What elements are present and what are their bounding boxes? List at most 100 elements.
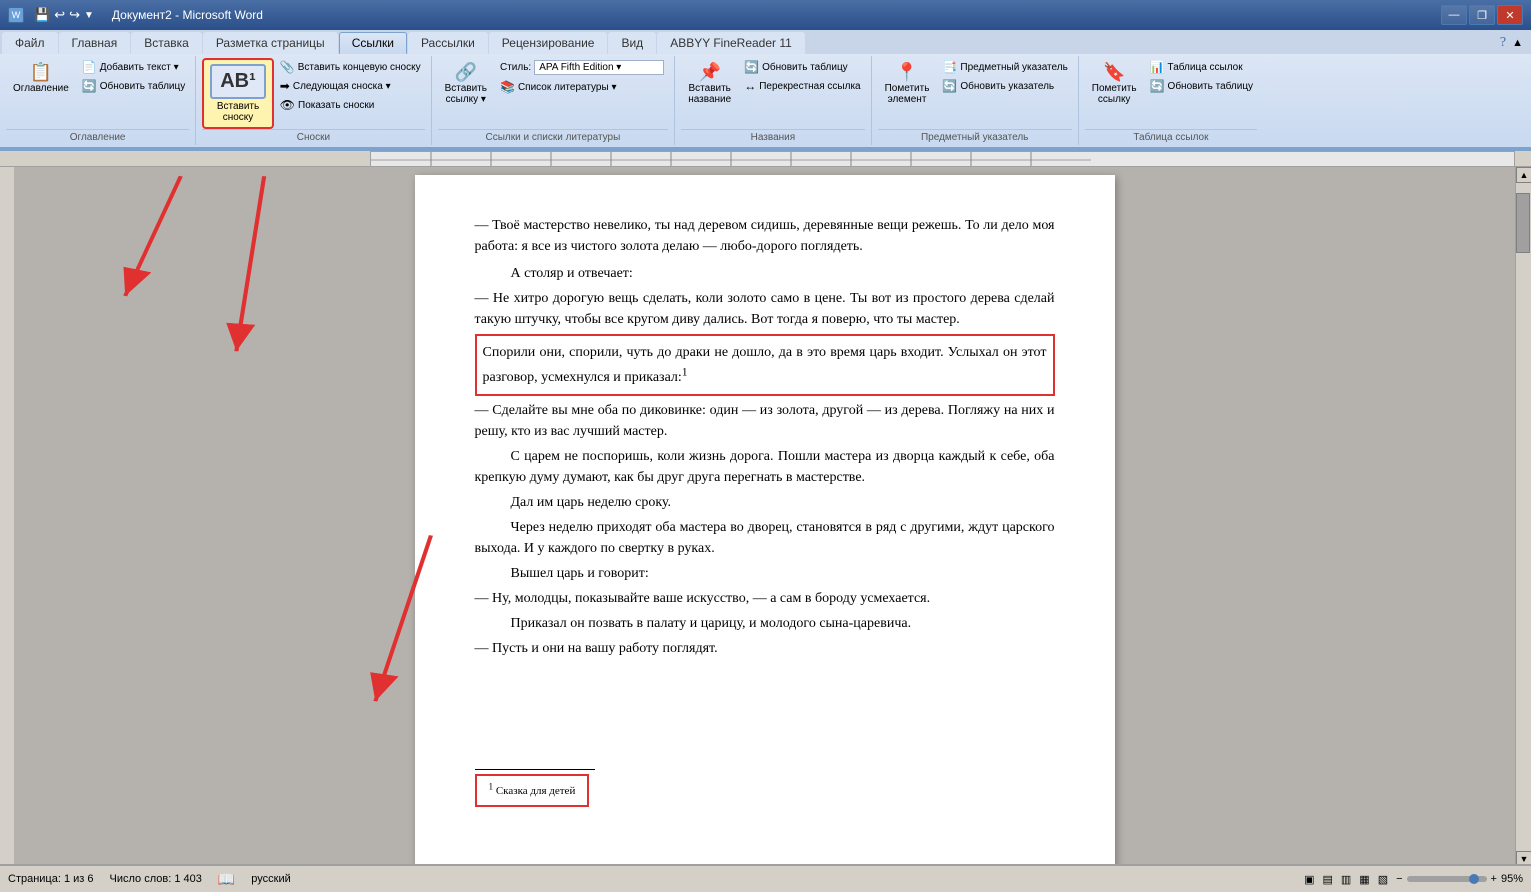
style-select[interactable]: APA Fifth Edition ▾ <box>534 60 664 75</box>
paragraph-9: Вышел царь и говорит: <box>475 563 1055 584</box>
insert-footnote-label: Вставитьсноску <box>217 101 259 123</box>
scroll-thumb[interactable] <box>1516 193 1530 253</box>
toa-label: Таблица ссылок <box>1168 62 1243 73</box>
tab-insert[interactable]: Вставка <box>131 32 202 54</box>
next-footnote-button[interactable]: ➡ Следующая сноска ▾ <box>276 77 425 95</box>
text-9: Вышел царь и говорит: <box>511 566 649 581</box>
mark-citation-label: Пометитьссылку <box>1092 83 1137 105</box>
vertical-ruler <box>0 167 14 867</box>
bibliography-label: Список литературы ▾ <box>518 82 617 93</box>
tab-review[interactable]: Рецензирование <box>489 32 608 54</box>
status-right: ▣ ▤ ▥ ▦ ▧ − + 95% <box>1304 873 1523 886</box>
tabl-small-buttons: 📊 Таблица ссылок 🔄 Обновить таблицу <box>1146 58 1257 95</box>
word-count: Число слов: 1 403 <box>110 873 202 885</box>
scroll-track[interactable] <box>1516 183 1531 851</box>
show-footnotes-button[interactable]: 👁 Показать сноски <box>276 96 425 114</box>
zoom-level: 95% <box>1501 873 1523 885</box>
document-text: — Твоё мастерство невелико, ты над дерев… <box>475 215 1055 807</box>
ribbon-group-tabl: 🔖 Пометитьссылку 📊 Таблица ссылок 🔄 Обно… <box>1079 56 1263 145</box>
mark-citation-button[interactable]: 🔖 Пометитьссылку <box>1085 58 1144 110</box>
ogl-small-buttons: 📄 Добавить текст ▾ 🔄 Обновить таблицу <box>78 58 189 95</box>
index-label: Предметный указатель <box>960 62 1067 73</box>
insert-caption-button[interactable]: 📌 Вставитьназвание <box>681 58 738 110</box>
ribbon-tabs: Файл Главная Вставка Разметка страницы С… <box>0 30 1531 54</box>
quick-access-toolbar: 💾 ↩ ↪ ▼ <box>28 5 100 25</box>
minimize-button[interactable]: — <box>1441 5 1467 25</box>
insert-footnote-button[interactable]: AB¹ Вставитьсноску <box>202 58 274 129</box>
word-icon: W <box>8 7 24 23</box>
paragraph-2: А столяр и отвечает: <box>475 263 1055 284</box>
add-text-label: Добавить текст ▾ <box>100 62 179 73</box>
style-value: APA Fifth Edition ▾ <box>539 62 621 73</box>
paragraph-6: С царем не поспоришь, коли жизнь дорога.… <box>475 446 1055 488</box>
style-dropdown[interactable]: Стиль: APA Fifth Edition ▾ <box>496 58 668 77</box>
cross-ref-button[interactable]: ↔ Перекрестная ссылка <box>740 77 864 95</box>
show-footnotes-label: Показать сноски <box>298 100 374 111</box>
tab-mailings[interactable]: Рассылки <box>408 32 488 54</box>
update-figures-button[interactable]: 🔄 Обновить таблицу <box>740 58 864 76</box>
caption-icon: 📌 <box>698 63 720 81</box>
zoom-out-button[interactable]: − <box>1396 873 1402 885</box>
insert-citation-label: Вставитьссылку ▾ <box>445 83 487 105</box>
paragraph-top: — Твоё мастерство невелико, ты над дерев… <box>475 215 1055 257</box>
close-button[interactable]: ✕ <box>1497 5 1523 25</box>
title-bar: W 💾 ↩ ↪ ▼ Документ2 - Microsoft Word — ❐… <box>0 0 1531 30</box>
text-top: — Твоё мастерство невелико, ты над дерев… <box>475 218 1055 254</box>
tab-page-layout[interactable]: Разметка страницы <box>203 32 338 54</box>
view-outline-icon[interactable]: ▥ <box>1341 873 1351 886</box>
tab-view[interactable]: Вид <box>608 32 656 54</box>
cross-ref-icon: ↔ <box>744 79 756 93</box>
tab-file[interactable]: Файл <box>2 32 58 54</box>
zoom-in-button[interactable]: + <box>1491 873 1497 885</box>
help-icon[interactable]: ? <box>1500 35 1506 51</box>
view-fullscreen-icon[interactable]: ▤ <box>1322 873 1332 886</box>
mark-entry-label: Пометитьэлемент <box>885 83 930 105</box>
end-footnote-button[interactable]: 📎 Вставить концевую сноску <box>276 58 425 76</box>
paragraph-5: — Сделайте вы мне оба по диковинке: один… <box>475 400 1055 442</box>
toc-icon: 📋 <box>30 63 52 81</box>
zoom-track[interactable] <box>1407 876 1487 882</box>
save-icon[interactable]: 💾 <box>34 7 50 23</box>
end-footnote-icon: 📎 <box>280 60 295 74</box>
ssylki-small-buttons: Стиль: APA Fifth Edition ▾ 📚 Список лите… <box>496 58 668 96</box>
next-footnote-label: Следующая сноска ▾ <box>293 81 391 92</box>
vruler-svg <box>0 167 14 867</box>
update-index-button[interactable]: 🔄 Обновить указатель <box>938 77 1071 95</box>
zoom-control[interactable]: − + 95% <box>1396 873 1523 885</box>
update-toa-button[interactable]: 🔄 Обновить таблицу <box>1146 77 1257 95</box>
bibliography-button[interactable]: 📚 Список литературы ▾ <box>496 78 668 96</box>
customize-icon[interactable]: ▼ <box>84 10 94 21</box>
text-highlighted: Спорили они, спорили, чуть до драки не д… <box>483 345 1047 385</box>
toa-icon: 📊 <box>1150 60 1165 74</box>
text-2: А столяр и отвечает: <box>511 266 633 281</box>
ribbon-area: Файл Главная Вставка Разметка страницы С… <box>0 30 1531 151</box>
predm-buttons: 📍 Пометитьэлемент 📑 Предметный указатель… <box>878 58 1072 129</box>
insert-citation-button[interactable]: 🔗 Вставитьссылку ▾ <box>438 58 494 110</box>
tab-abbyy[interactable]: ABBYY FineReader 11 <box>657 32 805 54</box>
tab-references[interactable]: Ссылки <box>339 32 407 54</box>
toc-label: Оглавление <box>13 83 69 94</box>
table-of-authorities-button[interactable]: 📊 Таблица ссылок <box>1146 58 1257 76</box>
minimize-ribbon-icon[interactable]: ▲ <box>1512 37 1523 49</box>
horizontal-ruler <box>0 151 1531 167</box>
title-text: Документ2 - Microsoft Word <box>112 8 263 22</box>
add-text-button[interactable]: 📄 Добавить текст ▾ <box>78 58 189 76</box>
toc-button[interactable]: 📋 Оглавление <box>6 58 76 99</box>
footnote-content: Сказка для детей <box>496 785 576 797</box>
view-web-icon[interactable]: ▧ <box>1378 873 1388 886</box>
spell-check-icon: 📖 <box>218 871 235 888</box>
document-area: — Твоё мастерство невелико, ты над дерев… <box>14 167 1515 867</box>
index-button[interactable]: 📑 Предметный указатель <box>938 58 1071 76</box>
scroll-up-button[interactable]: ▲ <box>1516 167 1531 183</box>
view-draft-icon[interactable]: ▦ <box>1359 873 1369 886</box>
tab-home[interactable]: Главная <box>59 32 131 54</box>
redo-icon[interactable]: ↪ <box>69 7 80 23</box>
undo-icon[interactable]: ↩ <box>54 7 65 23</box>
maximize-button[interactable]: ❐ <box>1469 5 1495 25</box>
predm-small-buttons: 📑 Предметный указатель 🔄 Обновить указат… <box>938 58 1071 95</box>
snoska-buttons: AB¹ Вставитьсноску 📎 Вставить концевую с… <box>202 58 424 129</box>
mark-entry-button[interactable]: 📍 Пометитьэлемент <box>878 58 937 110</box>
index-icon: 📑 <box>942 60 957 74</box>
update-table-button[interactable]: 🔄 Обновить таблицу <box>78 77 189 95</box>
view-normal-icon[interactable]: ▣ <box>1304 873 1314 886</box>
